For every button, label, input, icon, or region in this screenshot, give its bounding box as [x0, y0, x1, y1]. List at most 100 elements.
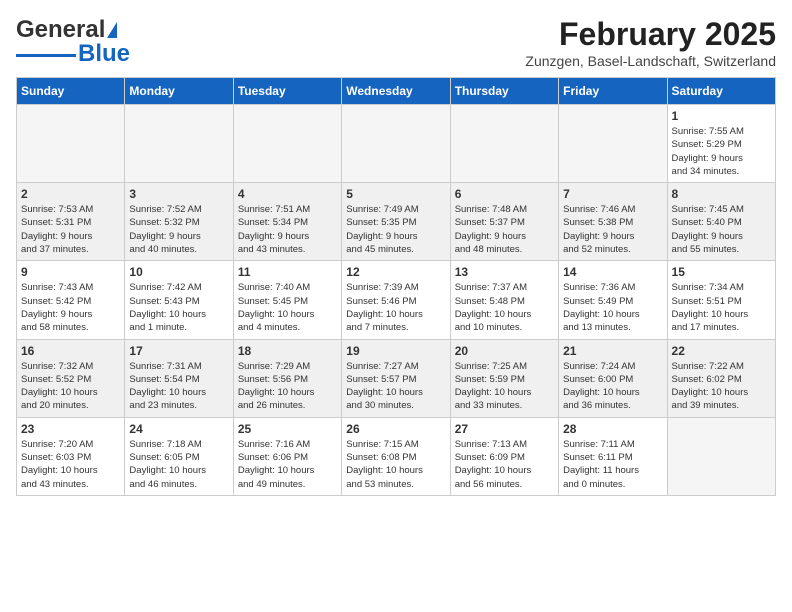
- col-header-thursday: Thursday: [450, 78, 558, 105]
- day-number: 21: [563, 344, 662, 358]
- day-info: Sunrise: 7:36 AM Sunset: 5:49 PM Dayligh…: [563, 281, 662, 334]
- day-number: 23: [21, 422, 120, 436]
- logo-line: [16, 54, 76, 57]
- day-info: Sunrise: 7:16 AM Sunset: 6:06 PM Dayligh…: [238, 438, 337, 491]
- day-number: 3: [129, 187, 228, 201]
- calendar-day: [233, 105, 341, 183]
- day-info: Sunrise: 7:34 AM Sunset: 5:51 PM Dayligh…: [672, 281, 771, 334]
- calendar-day: 27 Sunrise: 7:13 AM Sunset: 6:09 PM Dayli…: [450, 417, 558, 495]
- calendar-day: [342, 105, 450, 183]
- calendar-header-row: SundayMondayTuesdayWednesdayThursdayFrid…: [17, 78, 776, 105]
- calendar-day: 10 Sunrise: 7:42 AM Sunset: 5:43 PM Dayli…: [125, 261, 233, 339]
- day-info: Sunrise: 7:37 AM Sunset: 5:48 PM Dayligh…: [455, 281, 554, 334]
- day-number: 18: [238, 344, 337, 358]
- day-info: Sunrise: 7:55 AM Sunset: 5:29 PM Dayligh…: [672, 125, 771, 178]
- calendar-day: 1Sunrise: 7:55 AM Sunset: 5:29 PM Daylig…: [667, 105, 775, 183]
- calendar-day: 4 Sunrise: 7:51 AM Sunset: 5:34 PM Daylig…: [233, 183, 341, 261]
- day-info: Sunrise: 7:13 AM Sunset: 6:09 PM Dayligh…: [455, 438, 554, 491]
- day-number: 9: [21, 265, 120, 279]
- calendar-day: 14 Sunrise: 7:36 AM Sunset: 5:49 PM Dayli…: [559, 261, 667, 339]
- page-header: General Blue February 2025 Zunzgen, Base…: [16, 16, 776, 69]
- calendar-week-row: 2Sunrise: 7:53 AM Sunset: 5:31 PM Daylig…: [17, 183, 776, 261]
- day-info: Sunrise: 7:39 AM Sunset: 5:46 PM Dayligh…: [346, 281, 445, 334]
- calendar-week-row: 1Sunrise: 7:55 AM Sunset: 5:29 PM Daylig…: [17, 105, 776, 183]
- calendar-week-row: 23 Sunrise: 7:20 AM Sunset: 6:03 PM Dayli…: [17, 417, 776, 495]
- day-info: Sunrise: 7:43 AM Sunset: 5:42 PM Dayligh…: [21, 281, 120, 334]
- day-info: Sunrise: 7:40 AM Sunset: 5:45 PM Dayligh…: [238, 281, 337, 334]
- day-info: Sunrise: 7:18 AM Sunset: 6:05 PM Dayligh…: [129, 438, 228, 491]
- day-number: 15: [672, 265, 771, 279]
- calendar-day: [667, 417, 775, 495]
- day-info: Sunrise: 7:24 AM Sunset: 6:00 PM Dayligh…: [563, 360, 662, 413]
- col-header-monday: Monday: [125, 78, 233, 105]
- col-header-sunday: Sunday: [17, 78, 125, 105]
- day-info: Sunrise: 7:45 AM Sunset: 5:40 PM Dayligh…: [672, 203, 771, 256]
- day-info: Sunrise: 7:31 AM Sunset: 5:54 PM Dayligh…: [129, 360, 228, 413]
- calendar-day: 25 Sunrise: 7:16 AM Sunset: 6:06 PM Dayli…: [233, 417, 341, 495]
- calendar-day: 23 Sunrise: 7:20 AM Sunset: 6:03 PM Dayli…: [17, 417, 125, 495]
- col-header-friday: Friday: [559, 78, 667, 105]
- calendar-day: 16Sunrise: 7:32 AM Sunset: 5:52 PM Dayli…: [17, 339, 125, 417]
- day-number: 16: [21, 344, 120, 358]
- day-number: 12: [346, 265, 445, 279]
- calendar-day: 3 Sunrise: 7:52 AM Sunset: 5:32 PM Daylig…: [125, 183, 233, 261]
- day-number: 24: [129, 422, 228, 436]
- day-info: Sunrise: 7:52 AM Sunset: 5:32 PM Dayligh…: [129, 203, 228, 256]
- calendar-day: 28 Sunrise: 7:11 AM Sunset: 6:11 PM Dayli…: [559, 417, 667, 495]
- calendar-table: SundayMondayTuesdayWednesdayThursdayFrid…: [16, 77, 776, 496]
- calendar-day: 13 Sunrise: 7:37 AM Sunset: 5:48 PM Dayli…: [450, 261, 558, 339]
- calendar-day: 26 Sunrise: 7:15 AM Sunset: 6:08 PM Dayli…: [342, 417, 450, 495]
- logo-triangle-icon: [107, 22, 117, 38]
- day-number: 20: [455, 344, 554, 358]
- calendar-day: 18Sunrise: 7:29 AM Sunset: 5:56 PM Dayli…: [233, 339, 341, 417]
- calendar-day: 11 Sunrise: 7:40 AM Sunset: 5:45 PM Dayli…: [233, 261, 341, 339]
- title-block: February 2025 Zunzgen, Basel-Landschaft,…: [525, 16, 776, 69]
- day-info: Sunrise: 7:49 AM Sunset: 5:35 PM Dayligh…: [346, 203, 445, 256]
- day-info: Sunrise: 7:51 AM Sunset: 5:34 PM Dayligh…: [238, 203, 337, 256]
- day-info: Sunrise: 7:25 AM Sunset: 5:59 PM Dayligh…: [455, 360, 554, 413]
- day-info: Sunrise: 7:15 AM Sunset: 6:08 PM Dayligh…: [346, 438, 445, 491]
- day-number: 6: [455, 187, 554, 201]
- day-info: Sunrise: 7:22 AM Sunset: 6:02 PM Dayligh…: [672, 360, 771, 413]
- calendar-day: 21 Sunrise: 7:24 AM Sunset: 6:00 PM Dayli…: [559, 339, 667, 417]
- day-info: Sunrise: 7:53 AM Sunset: 5:31 PM Dayligh…: [21, 203, 120, 256]
- day-number: 4: [238, 187, 337, 201]
- calendar-day: 7Sunrise: 7:46 AM Sunset: 5:38 PM Daylig…: [559, 183, 667, 261]
- day-number: 13: [455, 265, 554, 279]
- calendar-day: 24 Sunrise: 7:18 AM Sunset: 6:05 PM Dayli…: [125, 417, 233, 495]
- col-header-wednesday: Wednesday: [342, 78, 450, 105]
- calendar-day: 20 Sunrise: 7:25 AM Sunset: 5:59 PM Dayli…: [450, 339, 558, 417]
- calendar-day: 5 Sunrise: 7:49 AM Sunset: 5:35 PM Daylig…: [342, 183, 450, 261]
- calendar-day: 19 Sunrise: 7:27 AM Sunset: 5:57 PM Dayli…: [342, 339, 450, 417]
- day-number: 14: [563, 265, 662, 279]
- day-number: 5: [346, 187, 445, 201]
- day-info: Sunrise: 7:48 AM Sunset: 5:37 PM Dayligh…: [455, 203, 554, 256]
- day-number: 25: [238, 422, 337, 436]
- day-number: 28: [563, 422, 662, 436]
- day-info: Sunrise: 7:42 AM Sunset: 5:43 PM Dayligh…: [129, 281, 228, 334]
- calendar-day: [450, 105, 558, 183]
- calendar-week-row: 16Sunrise: 7:32 AM Sunset: 5:52 PM Dayli…: [17, 339, 776, 417]
- calendar-day: [559, 105, 667, 183]
- calendar-day: 2Sunrise: 7:53 AM Sunset: 5:31 PM Daylig…: [17, 183, 125, 261]
- calendar-week-row: 9 Sunrise: 7:43 AM Sunset: 5:42 PM Daylig…: [17, 261, 776, 339]
- calendar-day: 22Sunrise: 7:22 AM Sunset: 6:02 PM Dayli…: [667, 339, 775, 417]
- day-number: 19: [346, 344, 445, 358]
- logo-blue: Blue: [78, 40, 130, 68]
- day-number: 8: [672, 187, 771, 201]
- day-number: 10: [129, 265, 228, 279]
- day-number: 27: [455, 422, 554, 436]
- day-number: 26: [346, 422, 445, 436]
- calendar-day: [17, 105, 125, 183]
- calendar-day: 6 Sunrise: 7:48 AM Sunset: 5:37 PM Daylig…: [450, 183, 558, 261]
- day-number: 17: [129, 344, 228, 358]
- col-header-tuesday: Tuesday: [233, 78, 341, 105]
- calendar-day: [125, 105, 233, 183]
- day-info: Sunrise: 7:46 AM Sunset: 5:38 PM Dayligh…: [563, 203, 662, 256]
- day-info: Sunrise: 7:20 AM Sunset: 6:03 PM Dayligh…: [21, 438, 120, 491]
- day-info: Sunrise: 7:11 AM Sunset: 6:11 PM Dayligh…: [563, 438, 662, 491]
- month-year: February 2025: [525, 16, 776, 53]
- day-info: Sunrise: 7:27 AM Sunset: 5:57 PM Dayligh…: [346, 360, 445, 413]
- col-header-saturday: Saturday: [667, 78, 775, 105]
- day-number: 11: [238, 265, 337, 279]
